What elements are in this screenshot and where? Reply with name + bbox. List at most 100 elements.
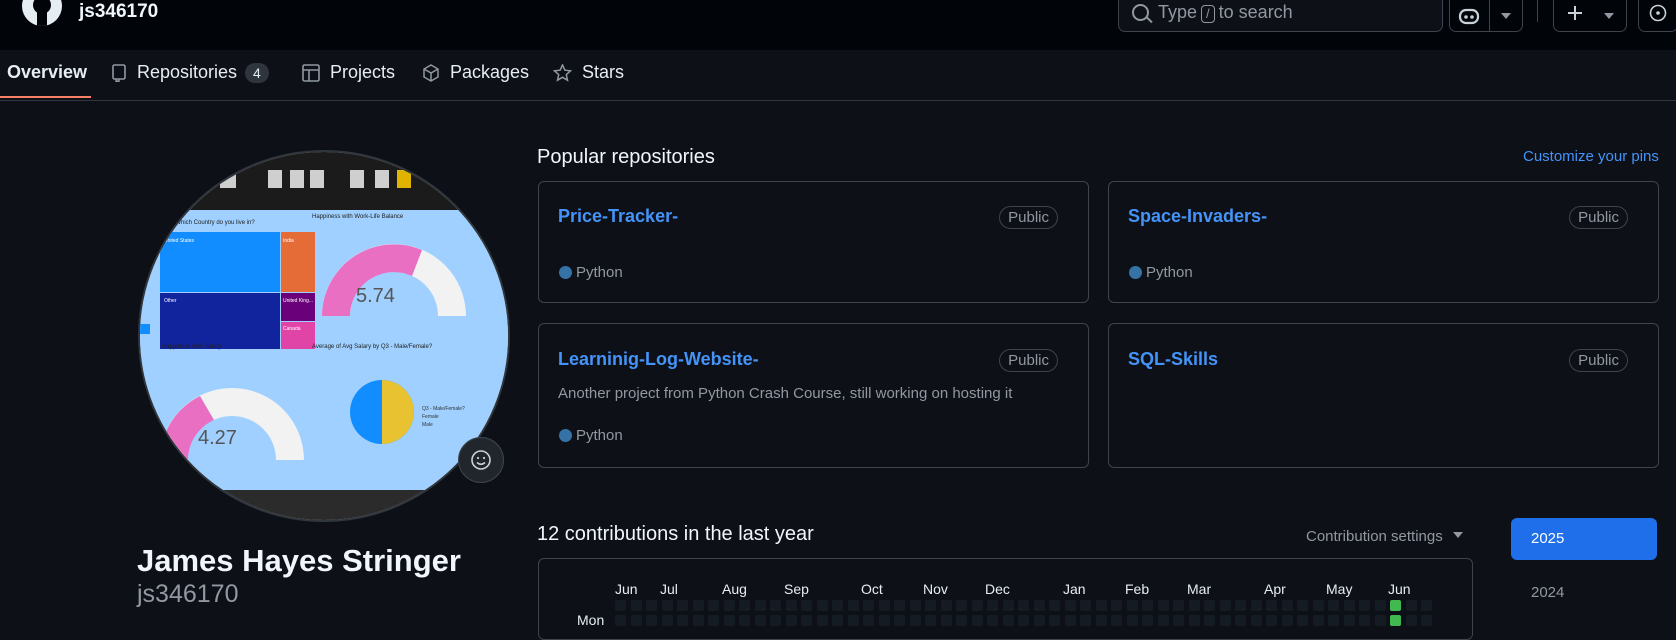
contribution-day-cell[interactable]: [1157, 615, 1169, 626]
contribution-day-cell[interactable]: [1421, 600, 1432, 611]
tab-stars[interactable]: Stars: [553, 62, 624, 100]
contribution-day-cell[interactable]: [615, 600, 626, 611]
contribution-day-cell[interactable]: [1235, 600, 1246, 611]
contribution-day-cell[interactable]: [1049, 600, 1060, 611]
contribution-day-cell[interactable]: [1126, 615, 1138, 626]
copilot-button[interactable]: [1449, 0, 1523, 32]
contribution-day-cell[interactable]: [646, 600, 657, 611]
contribution-day-cell[interactable]: [1219, 615, 1231, 626]
contribution-day-cell[interactable]: [615, 615, 626, 626]
contribution-day-cell[interactable]: [1250, 615, 1262, 626]
contribution-day-cell[interactable]: [832, 615, 843, 626]
contribution-day-cell[interactable]: [1359, 600, 1370, 611]
contribution-day-cell[interactable]: [1343, 600, 1355, 611]
tab-packages[interactable]: Packages: [422, 62, 529, 100]
github-logo-icon[interactable]: [22, 0, 62, 26]
contribution-day-cell[interactable]: [956, 600, 967, 611]
set-status-button[interactable]: [458, 437, 504, 483]
contribution-day-cell[interactable]: [1266, 615, 1277, 626]
contribution-day-cell[interactable]: [925, 600, 936, 611]
contribution-day-cell[interactable]: [1235, 615, 1246, 626]
tab-repositories[interactable]: Repositories 4: [111, 62, 269, 100]
contribution-day-cell[interactable]: [940, 600, 952, 611]
contribution-day-cell[interactable]: [1328, 600, 1339, 611]
contribution-day-cell[interactable]: [1018, 600, 1029, 611]
contribution-day-cell[interactable]: [1142, 615, 1153, 626]
contribution-day-cell[interactable]: [1390, 600, 1401, 611]
contribution-day-cell[interactable]: [1204, 615, 1215, 626]
contribution-day-cell[interactable]: [894, 600, 905, 611]
contribution-day-cell[interactable]: [1219, 600, 1231, 611]
contribution-day-cell[interactable]: [630, 615, 642, 626]
issues-button[interactable]: [1638, 0, 1676, 32]
contribution-day-cell[interactable]: [1111, 615, 1122, 626]
contribution-day-cell[interactable]: [1405, 600, 1417, 611]
tab-projects[interactable]: Projects: [302, 62, 395, 100]
contribution-day-cell[interactable]: [1095, 600, 1107, 611]
contribution-day-cell[interactable]: [661, 600, 673, 611]
contribution-day-cell[interactable]: [987, 600, 998, 611]
contribution-day-cell[interactable]: [1173, 600, 1184, 611]
contribution-day-cell[interactable]: [801, 615, 812, 626]
contribution-day-cell[interactable]: [1033, 600, 1045, 611]
contribution-day-cell[interactable]: [646, 615, 657, 626]
contribution-day-cell[interactable]: [739, 600, 750, 611]
contribution-day-cell[interactable]: [1049, 615, 1060, 626]
contribution-day-cell[interactable]: [677, 600, 688, 611]
repo-link[interactable]: Learninig-Log-Website-: [558, 349, 759, 370]
contribution-day-cell[interactable]: [832, 600, 843, 611]
contribution-day-cell[interactable]: [878, 615, 890, 626]
contribution-day-cell[interactable]: [754, 615, 766, 626]
contribution-day-cell[interactable]: [1374, 600, 1386, 611]
contribution-day-cell[interactable]: [1281, 615, 1293, 626]
contribution-day-cell[interactable]: [1064, 615, 1076, 626]
contribution-day-cell[interactable]: [630, 600, 642, 611]
repo-link[interactable]: Price-Tracker-: [558, 206, 678, 227]
contribution-day-cell[interactable]: [1390, 615, 1401, 626]
contribution-day-cell[interactable]: [894, 615, 905, 626]
contribution-day-cell[interactable]: [987, 615, 998, 626]
contribution-day-cell[interactable]: [1018, 615, 1029, 626]
header-username[interactable]: js346170: [79, 1, 158, 23]
contribution-day-cell[interactable]: [1142, 600, 1153, 611]
contribution-day-cell[interactable]: [723, 615, 735, 626]
year-2025-button[interactable]: 2025: [1511, 518, 1657, 560]
contribution-day-cell[interactable]: [723, 600, 735, 611]
contribution-day-cell[interactable]: [1266, 600, 1277, 611]
contribution-day-cell[interactable]: [1126, 600, 1138, 611]
contribution-day-cell[interactable]: [1343, 615, 1355, 626]
contribution-day-cell[interactable]: [661, 615, 673, 626]
contribution-day-cell[interactable]: [1359, 615, 1370, 626]
contribution-day-cell[interactable]: [1002, 600, 1014, 611]
contribution-day-cell[interactable]: [1297, 615, 1308, 626]
contribution-day-cell[interactable]: [816, 600, 828, 611]
contribution-day-cell[interactable]: [847, 600, 859, 611]
contribution-day-cell[interactable]: [1111, 600, 1122, 611]
contribution-day-cell[interactable]: [925, 615, 936, 626]
contribution-day-cell[interactable]: [909, 600, 921, 611]
contribution-day-cell[interactable]: [1405, 615, 1417, 626]
contribution-day-cell[interactable]: [677, 615, 688, 626]
tab-overview[interactable]: Overview: [7, 62, 87, 100]
contribution-day-cell[interactable]: [1157, 600, 1169, 611]
contribution-day-cell[interactable]: [1297, 600, 1308, 611]
contribution-day-cell[interactable]: [785, 615, 797, 626]
contribution-day-cell[interactable]: [863, 600, 874, 611]
contribution-day-cell[interactable]: [878, 600, 890, 611]
contribution-day-cell[interactable]: [1095, 615, 1107, 626]
contribution-day-cell[interactable]: [785, 600, 797, 611]
contribution-day-cell[interactable]: [1033, 615, 1045, 626]
contribution-day-cell[interactable]: [1080, 600, 1091, 611]
customize-pins-link[interactable]: Customize your pins: [1523, 148, 1659, 165]
contribution-day-cell[interactable]: [770, 600, 781, 611]
contribution-day-cell[interactable]: [847, 615, 859, 626]
contribution-day-cell[interactable]: [739, 615, 750, 626]
repo-link[interactable]: SQL-Skills: [1128, 349, 1218, 370]
contribution-day-cell[interactable]: [971, 600, 983, 611]
contribution-day-cell[interactable]: [1328, 615, 1339, 626]
contribution-day-cell[interactable]: [708, 615, 719, 626]
contribution-day-cell[interactable]: [909, 615, 921, 626]
contribution-day-cell[interactable]: [1080, 615, 1091, 626]
contribution-day-cell[interactable]: [1374, 615, 1386, 626]
contribution-day-cell[interactable]: [863, 615, 874, 626]
